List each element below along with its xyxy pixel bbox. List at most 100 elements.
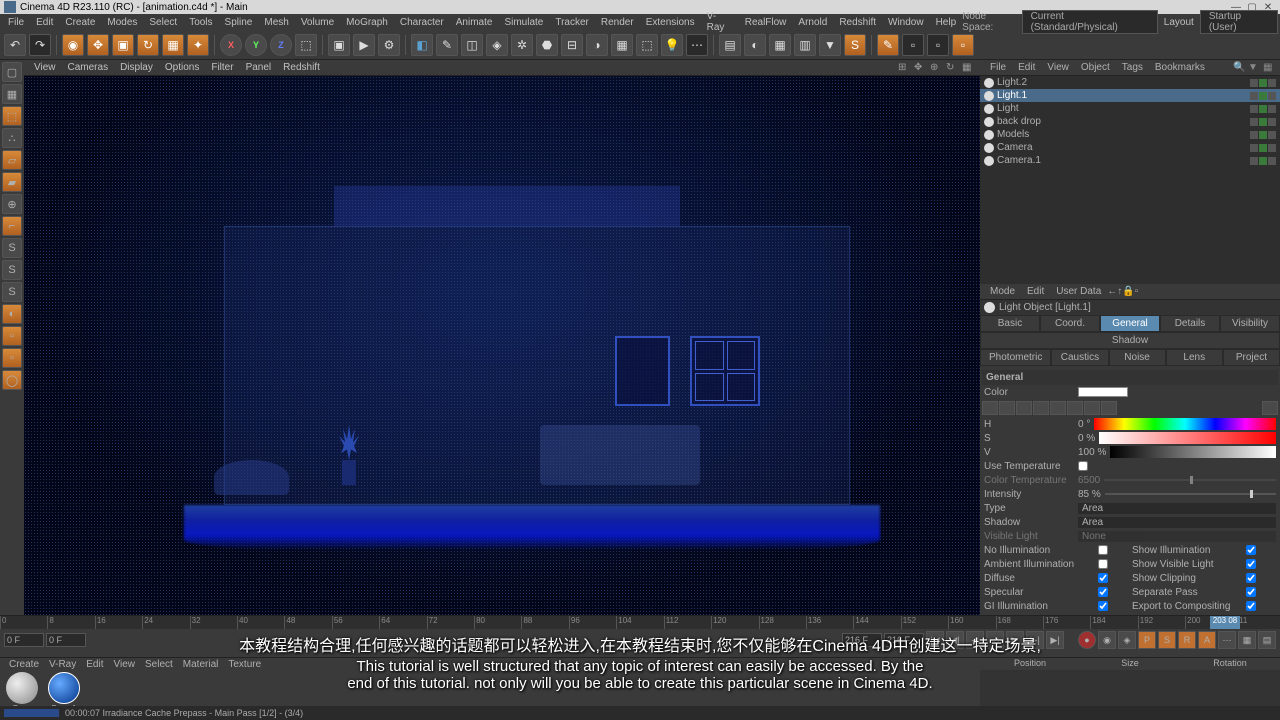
obj-item-camera[interactable]: Camera (980, 141, 1280, 154)
obj-item-back-drop[interactable]: back drop (980, 115, 1280, 128)
mat-menu-create[interactable]: Create (4, 659, 44, 670)
menu-select[interactable]: Select (143, 17, 183, 28)
menu-spline[interactable]: Spline (219, 17, 259, 28)
mat-menu-view[interactable]: View (108, 659, 140, 670)
camera-button[interactable]: ⊟ (561, 34, 583, 56)
timeline-ruler[interactable]: 0816243240485664728088961041121201281361… (0, 615, 1280, 629)
om-menu-tags[interactable]: Tags (1116, 62, 1149, 73)
tl-record-button[interactable]: ● (1078, 631, 1096, 649)
color-spectrum-icon[interactable] (999, 401, 1015, 415)
fields-button[interactable]: ✲ (511, 34, 533, 56)
tag-button[interactable]: ⬚ (636, 34, 658, 56)
undo-button[interactable]: ↶ (4, 34, 26, 56)
menu-help[interactable]: Help (930, 17, 963, 28)
brush-button[interactable]: ✎ (877, 34, 899, 56)
menu-realflow[interactable]: RealFlow (739, 17, 793, 28)
viewport-solo-button[interactable]: ▫ (2, 326, 22, 346)
om-menu-view[interactable]: View (1041, 62, 1075, 73)
vp-menu-display[interactable]: Display (114, 62, 159, 73)
check-export-to-compositing[interactable] (1246, 601, 1256, 611)
tl-end-input[interactable] (884, 633, 924, 647)
tl-fcurve-button[interactable]: ▦ (1238, 631, 1256, 649)
asset-button[interactable]: ◐ (744, 34, 766, 56)
extra1-button[interactable]: ▫ (902, 34, 924, 56)
vp-menu-view[interactable]: View (28, 62, 62, 73)
color-swatch[interactable] (1078, 387, 1128, 397)
points-mode-button[interactable]: ∴ (2, 128, 22, 148)
tl-keyframe-button[interactable]: ◈ (1118, 631, 1136, 649)
sds-button[interactable]: ▫ (2, 348, 22, 368)
attr-tab-caustics[interactable]: Caustics (1051, 349, 1108, 366)
mat-menu-material[interactable]: Material (178, 659, 224, 670)
check-show-illumination[interactable] (1246, 545, 1256, 555)
scale-tool[interactable]: ▣ (112, 34, 134, 56)
rotate-tool[interactable]: ↻ (137, 34, 159, 56)
vp-pan-icon[interactable]: ✥ (914, 62, 926, 74)
attr-tab-noise[interactable]: Noise (1109, 349, 1166, 366)
deformer-button[interactable]: ◈ (486, 34, 508, 56)
obj-item-camera-1[interactable]: Camera.1 (980, 154, 1280, 167)
check-gi-illumination[interactable] (1098, 601, 1108, 611)
live-select-tool[interactable]: ◉ (62, 34, 84, 56)
last-tool[interactable]: ▦ (162, 34, 184, 56)
menu-redshift[interactable]: Redshift (833, 17, 882, 28)
tweaks-button[interactable]: ⌐ (2, 216, 22, 236)
mograph-button[interactable]: ⬣ (536, 34, 558, 56)
menu-tools[interactable]: Tools (183, 17, 218, 28)
obj-item-light-2[interactable]: Light.2 (980, 76, 1280, 89)
viewport-3d[interactable] (24, 76, 980, 615)
color-picker-icon[interactable] (1016, 401, 1032, 415)
menu-edit[interactable]: Edit (30, 17, 59, 28)
intensity-slider[interactable] (1105, 493, 1276, 495)
floor-button[interactable]: ▦ (611, 34, 633, 56)
menu-tracker[interactable]: Tracker (549, 17, 595, 28)
attr-tab-lens[interactable]: Lens (1166, 349, 1223, 366)
attr-tab-coord[interactable]: Coord. (1040, 315, 1100, 332)
vp-rotate-icon[interactable]: ↻ (946, 62, 958, 74)
check-separate-pass[interactable] (1246, 587, 1256, 597)
extra3-button[interactable]: ▫ (952, 34, 974, 56)
texture-mode-button[interactable]: ▦ (2, 84, 22, 104)
tl-rot-key-button[interactable]: R (1178, 631, 1196, 649)
attr-tab-project[interactable]: Project (1223, 349, 1280, 366)
attr-menu-edit[interactable]: Edit (1021, 286, 1050, 297)
vp-menu-cameras[interactable]: Cameras (62, 62, 115, 73)
obj-item-models[interactable]: Models (980, 128, 1280, 141)
obj-item-light-1[interactable]: Light.1 (980, 89, 1280, 102)
menu-render[interactable]: Render (595, 17, 640, 28)
soft-select-button[interactable]: ◐ (2, 304, 22, 324)
menu-v-ray[interactable]: V-Ray (701, 11, 739, 33)
check-specular[interactable] (1098, 587, 1108, 597)
attr-tab-details[interactable]: Details (1160, 315, 1220, 332)
object-manager-tree[interactable]: Light.2Light.1Lightback dropModelsCamera… (980, 76, 1280, 176)
extra2-button[interactable]: ▫ (927, 34, 949, 56)
tl-prev-key-button[interactable]: ◀| (946, 631, 964, 649)
substance-button[interactable]: S (844, 34, 866, 56)
color-mixer-icon[interactable] (1050, 401, 1066, 415)
tl-curend-input[interactable] (842, 633, 882, 647)
obj-item-light[interactable]: Light (980, 102, 1280, 115)
color-eyedrop-icon[interactable] (1262, 401, 1278, 415)
attr-tab-general[interactable]: General (1100, 315, 1160, 332)
vp-menu-filter[interactable]: Filter (205, 62, 239, 73)
node-space-dropdown[interactable]: Current (Standard/Physical) (1022, 10, 1158, 34)
startup-layout-dropdown[interactable]: Startup (User) (1200, 10, 1278, 34)
mat-menu-select[interactable]: Select (140, 659, 178, 670)
vp-zoom-icon[interactable]: ⊕ (930, 62, 942, 74)
check-no-illumination[interactable] (1098, 545, 1108, 555)
menu-create[interactable]: Create (59, 17, 101, 28)
om-menu-object[interactable]: Object (1075, 62, 1116, 73)
tl-pos-key-button[interactable]: P (1138, 631, 1156, 649)
dots-button[interactable]: ⋯ (686, 34, 708, 56)
quantize-button[interactable]: S (2, 282, 22, 302)
use-temp-checkbox[interactable] (1078, 461, 1088, 471)
tl-next-frame-button[interactable]: ▶| (1026, 631, 1044, 649)
vp-menu-redshift[interactable]: Redshift (277, 62, 326, 73)
y-axis-lock[interactable]: Y (245, 34, 267, 56)
tl-start-input[interactable] (4, 633, 44, 647)
vp-menu-options[interactable]: Options (159, 62, 205, 73)
attr-menu-user-data[interactable]: User Data (1050, 286, 1107, 297)
color-rgb-icon[interactable] (1067, 401, 1083, 415)
color-wheel-icon[interactable] (982, 401, 998, 415)
layout-menu[interactable]: Layout (1158, 17, 1200, 28)
